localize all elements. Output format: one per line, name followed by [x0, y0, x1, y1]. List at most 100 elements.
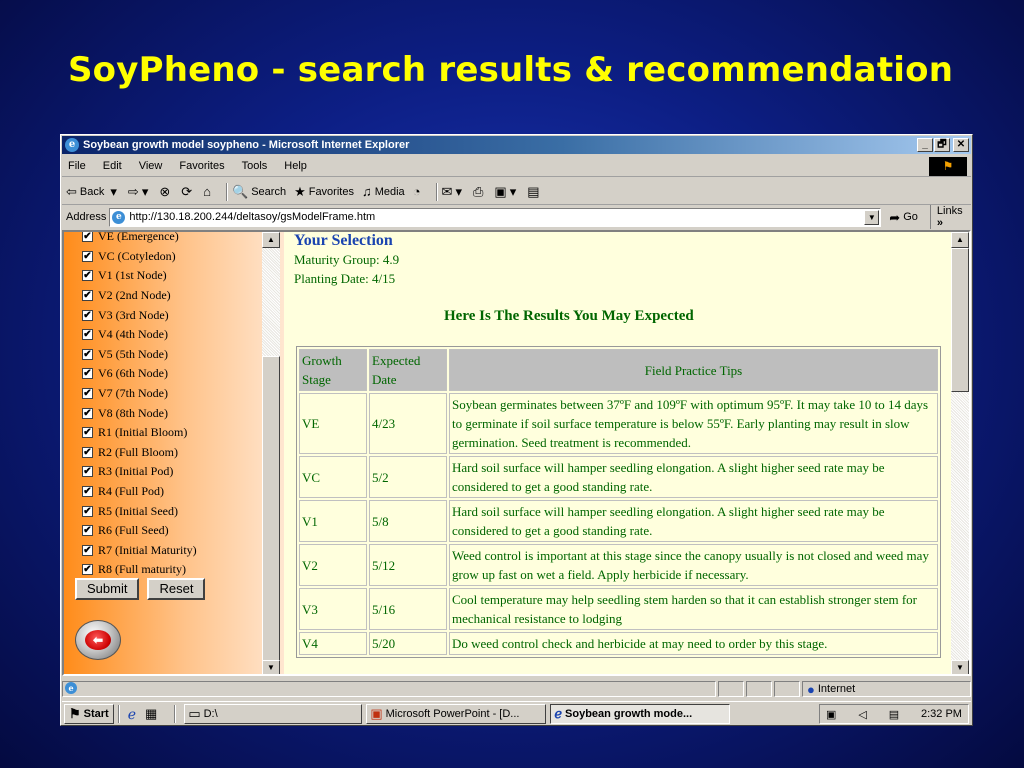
reset-button[interactable]: Reset — [147, 578, 206, 600]
media-button[interactable]: ♫ Media — [362, 185, 405, 198]
address-input[interactable]: e http://130.18.200.244/deltasoy/gsModel… — [109, 207, 882, 227]
stage-checkbox[interactable]: ✔ V5 (5th Node) — [82, 345, 197, 365]
tray-network-icon[interactable]: ▣ — [826, 708, 836, 721]
mail-button[interactable]: ✉ ▾ — [442, 185, 465, 198]
stage-checkbox[interactable]: ✔ V2 (2nd Node) — [82, 286, 197, 306]
stage-checkbox[interactable]: ✔ R3 (Initial Pod) — [82, 462, 197, 482]
checkbox-icon[interactable]: ✔ — [82, 525, 93, 537]
scroll-up-icon[interactable]: ▲ — [951, 232, 969, 248]
checkbox-icon[interactable]: ✔ — [82, 348, 93, 360]
back-button[interactable]: ⇦ Back ▾ — [66, 185, 120, 198]
stage-cell: V4 — [299, 632, 367, 655]
stage-checkbox[interactable]: ✔ R6 (Full Seed) — [82, 521, 197, 541]
system-tray: ▣ ◁ ▤ 2:32 PM — [819, 704, 969, 724]
header-expected-date: Expected Date — [369, 349, 447, 391]
checkbox-icon[interactable]: ✔ — [82, 270, 93, 282]
menu-view[interactable]: View — [139, 160, 163, 172]
tray-volume-icon[interactable]: ◁ — [858, 708, 866, 721]
right-scrollbar[interactable]: ▲ ▼ — [951, 232, 969, 674]
links-button[interactable]: Links » — [929, 205, 971, 229]
task-soybean-ie[interactable]: ℯ Soybean growth mode... — [550, 703, 731, 724]
stage-checkbox[interactable]: ✔ V7 (7th Node) — [82, 384, 197, 404]
checkbox-icon[interactable]: ✔ — [82, 407, 93, 419]
search-button[interactable]: 🔍 Search — [232, 185, 286, 198]
stage-checkbox[interactable]: ✔ R5 (Initial Seed) — [82, 501, 197, 521]
checkbox-icon[interactable]: ✔ — [82, 564, 93, 576]
header-field-tips: Field Practice Tips — [449, 349, 938, 391]
scroll-down-icon[interactable]: ▼ — [951, 660, 969, 674]
menu-file[interactable]: File — [68, 160, 86, 172]
stage-checkbox[interactable]: ✔ R1 (Initial Bloom) — [82, 423, 197, 443]
scroll-down-icon[interactable]: ▼ — [262, 660, 280, 674]
checkbox-icon[interactable]: ✔ — [82, 505, 93, 517]
stage-label: V4 (4th Node) — [98, 327, 168, 342]
menu-favorites[interactable]: Favorites — [179, 160, 224, 172]
stage-checkbox[interactable]: ✔ R4 (Full Pod) — [82, 482, 197, 502]
submit-button[interactable]: Submit — [75, 578, 140, 600]
home-button[interactable]: ⌂ — [203, 185, 214, 198]
minimize-button[interactable]: _ — [917, 138, 933, 152]
stop-button[interactable]: ⊗ — [159, 185, 173, 198]
window-titlebar[interactable]: e Soybean growth model soypheno - Micros… — [62, 136, 971, 154]
checkbox-icon[interactable]: ✔ — [82, 329, 93, 341]
scroll-track[interactable] — [262, 248, 280, 356]
checkbox-icon[interactable]: ✔ — [82, 427, 93, 439]
refresh-button[interactable]: ⟳ — [181, 185, 195, 198]
back-nav-button[interactable]: ⬅ — [75, 620, 121, 660]
address-dropdown-icon[interactable]: ▼ — [864, 209, 880, 225]
stage-checkbox[interactable]: ✔ R8 (Full maturity) — [82, 560, 197, 580]
chevron-down-icon[interactable]: ▾ — [510, 185, 517, 198]
task-powerpoint[interactable]: ▣ Microsoft PowerPoint - [D... — [366, 703, 547, 724]
stage-checkbox[interactable]: ✔ V6 (6th Node) — [82, 364, 197, 384]
chevron-down-icon[interactable]: ▾ — [455, 185, 462, 198]
checkbox-icon[interactable]: ✔ — [82, 368, 93, 380]
menu-tools[interactable]: Tools — [242, 160, 268, 172]
stage-label: V6 (6th Node) — [98, 366, 168, 381]
maximize-button[interactable]: 🗗 — [934, 138, 950, 152]
stage-checkbox[interactable]: ✔ VE (Emergence) — [82, 232, 197, 247]
ie-quicklaunch-icon[interactable]: ℯ — [128, 707, 136, 721]
chevron-down-icon[interactable]: ▾ — [142, 185, 149, 198]
checkbox-icon[interactable]: ✔ — [82, 232, 93, 243]
checkbox-icon[interactable]: ✔ — [82, 388, 93, 400]
go-button[interactable]: ➦ Go — [889, 211, 918, 224]
chevron-down-icon[interactable]: ▾ — [110, 185, 117, 198]
stage-checkbox[interactable]: ✔ R7 (Initial Maturity) — [82, 541, 197, 561]
task-drive-d[interactable]: ▭ D:\ — [184, 703, 363, 724]
scroll-up-icon[interactable]: ▲ — [262, 232, 280, 248]
forward-button[interactable]: ⇨ ▾ — [128, 185, 151, 198]
status-zone: ● Internet — [802, 681, 971, 697]
checkbox-icon[interactable]: ✔ — [82, 250, 93, 262]
stage-checkbox[interactable]: ✔ V3 (3rd Node) — [82, 305, 197, 325]
tray-app-icon[interactable]: ▤ — [889, 708, 899, 721]
stage-checkbox[interactable]: ✔ R2 (Full Bloom) — [82, 443, 197, 463]
stage-checkbox[interactable]: ✔ V1 (1st Node) — [82, 266, 197, 286]
desktop-quicklaunch-icon[interactable]: ▦ — [145, 707, 157, 720]
left-frame: ✔ VE (Emergence) ✔ VC (Cotyledon) ✔ V1 (1st… — [64, 232, 284, 674]
page-icon: e — [112, 210, 126, 224]
history-button[interactable]: ◔ — [413, 185, 424, 198]
checkbox-icon[interactable]: ✔ — [82, 446, 93, 458]
stage-checkbox[interactable]: ✔ V4 (4th Node) — [82, 325, 197, 345]
discuss-button[interactable]: ▤ — [527, 185, 542, 198]
stage-checkbox[interactable]: ✔ VC (Cotyledon) — [82, 247, 197, 267]
checkbox-icon[interactable]: ✔ — [82, 544, 93, 556]
checkbox-icon[interactable]: ✔ — [82, 466, 93, 478]
menu-edit[interactable]: Edit — [103, 160, 122, 172]
menu-help[interactable]: Help — [284, 160, 307, 172]
scroll-track[interactable] — [951, 392, 969, 660]
checkbox-icon[interactable]: ✔ — [82, 486, 93, 498]
favorites-button[interactable]: ★ Favorites — [294, 185, 354, 198]
taskbar-separator — [117, 704, 120, 723]
edit-button[interactable]: ▣ ▾ — [494, 185, 519, 198]
checkbox-icon[interactable]: ✔ — [82, 309, 93, 321]
close-button[interactable]: ✕ — [953, 138, 969, 152]
scroll-thumb[interactable] — [262, 356, 280, 662]
checkbox-icon[interactable]: ✔ — [82, 290, 93, 302]
go-arrow-icon: ➦ — [889, 209, 901, 225]
left-scrollbar[interactable]: ▲ ▼ — [262, 232, 280, 674]
print-button[interactable]: ⎙ — [473, 185, 486, 198]
stage-checkbox[interactable]: ✔ V8 (8th Node) — [82, 403, 197, 423]
scroll-thumb[interactable] — [951, 248, 969, 392]
start-button[interactable]: ⚑ Start — [64, 703, 114, 724]
